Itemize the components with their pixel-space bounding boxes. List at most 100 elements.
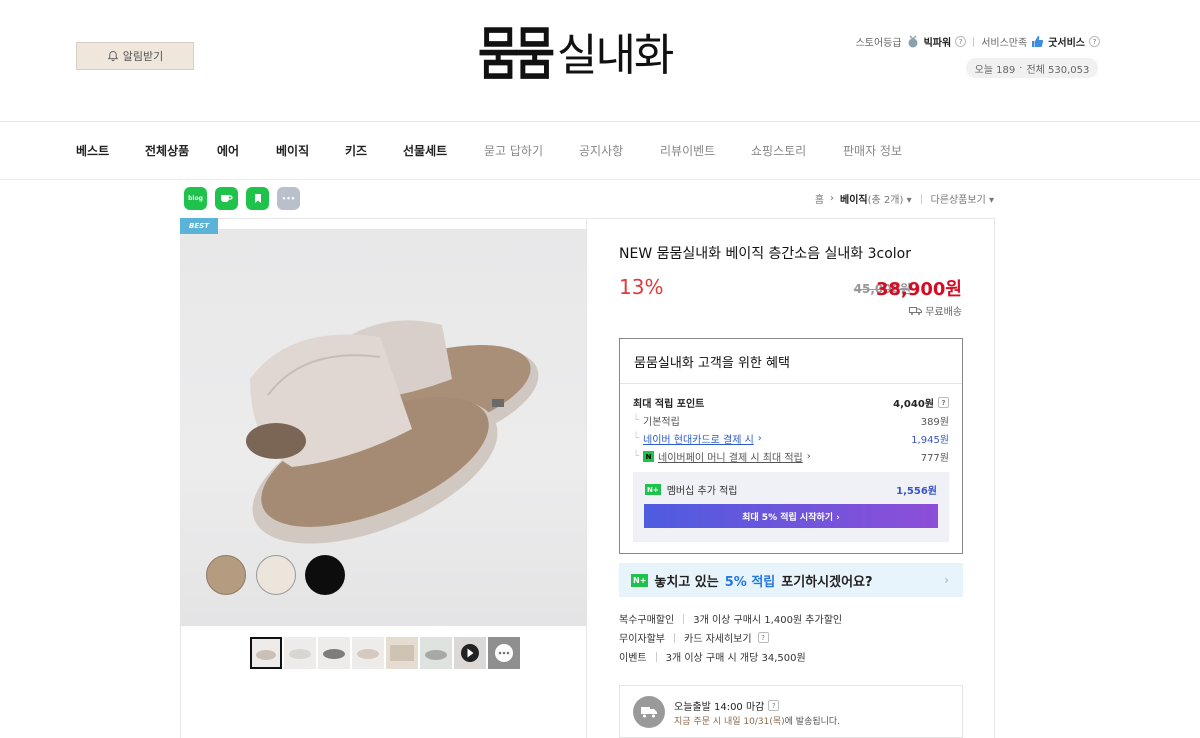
basic-points-row: └ 기본적립 389원 (633, 415, 949, 428)
blog-share-icon[interactable]: blog (184, 187, 207, 210)
benefit-box: 뭄뭄실내화 고객을 위한 혜택 최대 적립 포인트 4,040원? └ 기본적립 … (619, 338, 963, 554)
help-icon[interactable]: ? (1089, 36, 1100, 47)
membership-start-button[interactable]: 최대 5% 적립 시작하기 › (644, 504, 938, 528)
help-icon[interactable]: ? (768, 700, 780, 711)
max-points-value: 4,040원 (893, 399, 934, 410)
promo-highlight: 5% 적립 (724, 574, 776, 590)
benefit-heading: 뭄뭄실내화 고객을 위한 혜택 (634, 356, 790, 371)
more-share-icon[interactable]: ••• (277, 187, 300, 210)
store-grade-label: 스토어등급 (855, 38, 902, 49)
thumbnail-more[interactable] (488, 637, 520, 669)
cafe-share-icon[interactable] (215, 187, 238, 210)
card-points-row: └ 네이버 현대카드로 결제 시 › 1,945원 (633, 431, 949, 446)
breadcrumb-category[interactable]: 베이직(총 2개) ▾ (840, 191, 912, 206)
swatch-beige[interactable] (206, 555, 246, 595)
installment-label: 무이자할부 (619, 634, 665, 645)
installment-row: 무이자할부 카드 자세히보기 ? (619, 628, 842, 647)
delivery-title: 오늘출발 14:00 마감 (674, 702, 765, 713)
breadcrumb: 홈 › 베이직(총 2개) ▾ 다른상품보기 ▾ (814, 191, 994, 206)
today-visits: 오늘 189 (974, 64, 1016, 76)
swatch-ivory[interactable] (256, 555, 296, 595)
thumbs-up-icon (1032, 36, 1044, 47)
service-label: 서비스만족 (981, 38, 1028, 49)
store-logo[interactable]: 뭄뭄 실내화 (478, 18, 674, 94)
help-icon[interactable]: ? (938, 397, 949, 408)
nav-item-review-event[interactable]: 리뷰이벤트 (660, 142, 751, 159)
product-title: NEW 뭄뭄실내화 베이직 층간소음 실내화 3color (619, 246, 911, 262)
help-icon[interactable]: ? (757, 632, 769, 643)
pay-points-link[interactable]: 네이버페이 머니 결제 시 최대 적립 (658, 449, 803, 464)
thumbnail[interactable] (420, 637, 452, 669)
medal-icon (908, 35, 918, 47)
basic-points-value: 389원 (920, 417, 949, 428)
delivery-highlight: 지금 주문 시 내일 10/31(목) (674, 717, 785, 727)
delivery-truck-icon (633, 696, 665, 728)
total-visits: 전체 530,053 (1026, 64, 1090, 76)
alarm-label: 알림받기 (122, 50, 164, 63)
alarm-button[interactable]: 알림받기 (76, 42, 194, 70)
membership-panel: N+ 멤버십 추가 적립 1,556원 최대 5% 적립 시작하기 › (633, 472, 949, 542)
event-label: 이벤트 (619, 653, 647, 664)
nav-item-shopping-story[interactable]: 쇼핑스토리 (751, 142, 843, 159)
max-points-row: 최대 적립 포인트 4,040원? (633, 395, 949, 410)
best-badge: BEST (180, 218, 218, 234)
card-points-value: 1,945원 (911, 435, 949, 446)
naver-plus-icon: N+ (645, 484, 661, 495)
multi-discount-value: 3개 이상 구매시 1,400원 추가할인 (693, 615, 843, 626)
bookmark-share-icon[interactable] (246, 187, 269, 210)
store-grade: 빅파워 (923, 38, 952, 49)
nav-item-all[interactable]: 전체상품 (145, 142, 217, 159)
nav-item-notice[interactable]: 공지사항 (579, 142, 660, 159)
other-products-dropdown[interactable]: 다른상품보기 ▾ (931, 191, 994, 206)
truck-icon (909, 306, 923, 315)
naver-plus-icon: N+ (631, 573, 649, 587)
video-thumbnail[interactable] (454, 637, 486, 669)
nav-item-best[interactable]: 베스트 (76, 142, 145, 159)
multi-discount-row: 복수구매할인 3개 이상 구매시 1,400원 추가할인 (619, 609, 842, 628)
nav-item-seller-info[interactable]: 판매자 정보 (843, 142, 923, 159)
help-icon[interactable]: ? (955, 36, 967, 47)
nav-item-gift[interactable]: 선물세트 (403, 142, 484, 159)
discount-rate: 13% (619, 275, 664, 299)
thumbnail[interactable] (386, 637, 418, 669)
sale-price: 38,900원 (875, 279, 962, 300)
swatch-black[interactable] (305, 555, 345, 595)
more-icon (495, 644, 513, 662)
thumbnail[interactable] (318, 637, 350, 669)
product-main-image[interactable] (180, 229, 586, 626)
shipping-text: 무료배송 (925, 307, 962, 318)
event-value: 3개 이상 구매 시 개당 34,500원 (665, 653, 806, 664)
membership-value: 1,556원 (896, 486, 937, 497)
logo-mark: 뭄뭄 (478, 22, 555, 89)
nav-item-kids[interactable]: 키즈 (345, 142, 403, 159)
breadcrumb-home[interactable]: 홈 (815, 191, 824, 206)
bell-icon (107, 50, 118, 62)
thumbnail-strip (250, 637, 520, 669)
basic-points-label: 기본적립 (643, 417, 680, 428)
logo-name: 실내화 (556, 30, 674, 81)
pay-points-value: 777원 (920, 453, 949, 464)
thumbnail[interactable] (284, 637, 316, 669)
chevron-right-icon: › (944, 573, 949, 587)
npay-icon: N (643, 451, 655, 462)
share-bar: blog ••• (184, 187, 300, 210)
multi-discount-label: 복수구매할인 (619, 615, 675, 626)
delivery-rest: 에 발송됩니다. (784, 717, 841, 727)
membership-promo-banner[interactable]: N+ 놓치고 있는 5% 적립 포기하시겠어요? › (619, 563, 963, 597)
nav-item-air[interactable]: 에어 (217, 142, 276, 159)
purchase-info: 복수구매할인 3개 이상 구매시 1,400원 추가할인 무이자할부 카드 자세… (619, 609, 842, 666)
nav-item-basic[interactable]: 베이직 (276, 142, 345, 159)
membership-label: 멤버십 추가 적립 (666, 486, 738, 497)
shipping-info: 무료배송 (909, 303, 962, 318)
thumbnail[interactable] (250, 637, 282, 669)
card-points-link[interactable]: 네이버 현대카드로 결제 시 (643, 431, 754, 446)
thumbnail[interactable] (352, 637, 384, 669)
installment-link[interactable]: 카드 자세히보기 (684, 630, 752, 645)
event-row: 이벤트 3개 이상 구매 시 개당 34,500원 (619, 647, 842, 666)
promo-prefix: 놓치고 있는 (654, 574, 719, 590)
nav-item-qna[interactable]: 묻고 답하기 (484, 142, 579, 159)
play-icon (461, 644, 479, 662)
visit-counter: 오늘 189 · 전체 530,053 (966, 58, 1098, 78)
store-info: 스토어등급 빅파워 ? 서비스만족 굿서비스 ? (856, 34, 1100, 49)
main-nav: 베스트 전체상품 에어 베이직 키즈 선물세트 묻고 답하기 공지사항 리뷰이벤… (76, 142, 923, 159)
